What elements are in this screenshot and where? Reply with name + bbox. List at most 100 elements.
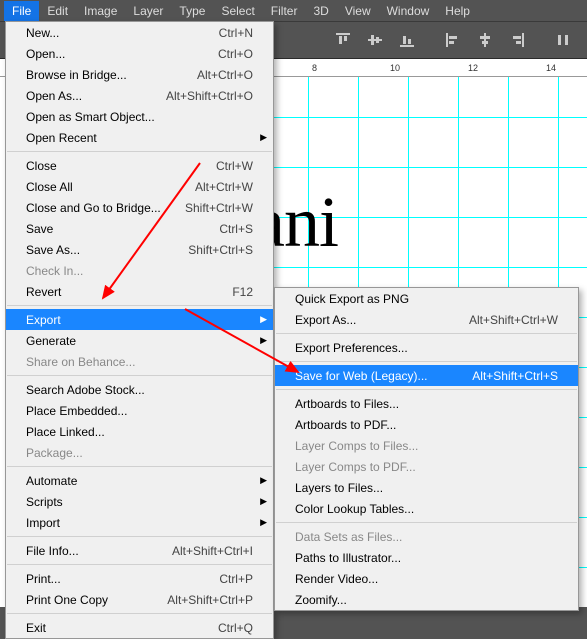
- file-menu-item-package: Package...: [6, 442, 273, 463]
- export-menu-item-quick-export-as-png[interactable]: Quick Export as PNG: [275, 288, 578, 309]
- menu-item-shortcut: Alt+Shift+Ctrl+O: [166, 89, 253, 103]
- menu-item-shortcut: Shift+Ctrl+S: [188, 243, 253, 257]
- file-menu-item-save-as[interactable]: Save As...Shift+Ctrl+S: [6, 239, 273, 260]
- menubar-item-edit[interactable]: Edit: [39, 1, 76, 21]
- menubar-item-file[interactable]: File: [4, 1, 39, 21]
- file-menu-item-search-adobe-stock[interactable]: Search Adobe Stock...: [6, 379, 273, 400]
- menu-item-shortcut: Ctrl+S: [219, 222, 253, 236]
- export-menu-item-render-video[interactable]: Render Video...: [275, 568, 578, 589]
- menu-item-label: Print...: [26, 572, 219, 586]
- ruler-tick: 12: [468, 63, 478, 73]
- menu-item-label: Export Preferences...: [295, 341, 558, 355]
- export-menu-item-export-preferences[interactable]: Export Preferences...: [275, 337, 578, 358]
- menu-item-label: Artboards to PDF...: [295, 418, 558, 432]
- file-menu-item-new[interactable]: New...Ctrl+N: [6, 22, 273, 43]
- file-menu-item-open-recent[interactable]: Open Recent ▶: [6, 127, 273, 148]
- menu-item-label: Check In...: [26, 264, 253, 278]
- file-menu-item-close-and-go-to-bridge[interactable]: Close and Go to Bridge...Shift+Ctrl+W: [6, 197, 273, 218]
- menu-item-label: Open As...: [26, 89, 166, 103]
- align-hcenter-icon[interactable]: [471, 26, 499, 54]
- menu-item-label: Automate: [26, 474, 253, 488]
- menu-item-label: Share on Behance...: [26, 355, 253, 369]
- menu-item-label: Zoomify...: [295, 593, 558, 607]
- menu-item-label: Save As...: [26, 243, 188, 257]
- file-menu-item-open[interactable]: Open...Ctrl+O: [6, 43, 273, 64]
- menu-separator: [7, 536, 272, 537]
- menu-item-shortcut: F12: [232, 285, 253, 299]
- align-vcenter-icon[interactable]: [361, 26, 389, 54]
- export-menu-item-layer-comps-to-files: Layer Comps to Files...: [275, 435, 578, 456]
- file-menu-item-export[interactable]: Export▶: [6, 309, 273, 330]
- submenu-arrow-icon: ▶: [260, 132, 267, 143]
- file-menu-item-file-info[interactable]: File Info...Alt+Shift+Ctrl+I: [6, 540, 273, 561]
- menubar-item-view[interactable]: View: [337, 1, 379, 21]
- submenu-arrow-icon: ▶: [260, 475, 267, 486]
- menu-item-label: File Info...: [26, 544, 172, 558]
- export-menu-item-layers-to-files[interactable]: Layers to Files...: [275, 477, 578, 498]
- file-menu-item-save[interactable]: SaveCtrl+S: [6, 218, 273, 239]
- align-right-icon[interactable]: [503, 26, 531, 54]
- file-menu-item-share-on-behance: Share on Behance...: [6, 351, 273, 372]
- file-menu-item-place-linked[interactable]: Place Linked...: [6, 421, 273, 442]
- submenu-arrow-icon: ▶: [260, 335, 267, 346]
- file-menu-item-print[interactable]: Print...Ctrl+P: [6, 568, 273, 589]
- menubar-item-select[interactable]: Select: [213, 1, 262, 21]
- menu-item-label: Import: [26, 516, 253, 530]
- ruler-tick: 14: [546, 63, 556, 73]
- file-menu-item-generate[interactable]: Generate▶: [6, 330, 273, 351]
- export-menu-item-export-as[interactable]: Export As...Alt+Shift+Ctrl+W: [275, 309, 578, 330]
- ruler-tick: 10: [390, 63, 400, 73]
- align-left-icon[interactable]: [439, 26, 467, 54]
- menubar-item-type[interactable]: Type: [171, 1, 213, 21]
- export-menu-item-artboards-to-files[interactable]: Artboards to Files...: [275, 393, 578, 414]
- menubar-item-window[interactable]: Window: [379, 1, 438, 21]
- menu-item-shortcut: Ctrl+Q: [218, 621, 253, 635]
- menu-item-label: Layer Comps to Files...: [295, 439, 558, 453]
- file-menu-item-open-as[interactable]: Open As...Alt+Shift+Ctrl+O: [6, 85, 273, 106]
- file-menu-item-revert[interactable]: RevertF12: [6, 281, 273, 302]
- file-menu-item-close-all[interactable]: Close AllAlt+Ctrl+W: [6, 176, 273, 197]
- menubar-item-filter[interactable]: Filter: [263, 1, 306, 21]
- menu-item-label: Save: [26, 222, 219, 236]
- menu-item-label: Package...: [26, 446, 253, 460]
- file-menu-item-place-embedded[interactable]: Place Embedded...: [6, 400, 273, 421]
- menu-separator: [276, 389, 577, 390]
- menubar: FileEditImageLayerTypeSelectFilter3DView…: [0, 0, 587, 21]
- file-menu-item-browse-in-bridge[interactable]: Browse in Bridge...Alt+Ctrl+O: [6, 64, 273, 85]
- menu-item-label: Place Embedded...: [26, 404, 253, 418]
- align-bottom-icon[interactable]: [393, 26, 421, 54]
- menu-item-shortcut: Alt+Ctrl+O: [197, 68, 253, 82]
- menu-item-label: Search Adobe Stock...: [26, 383, 253, 397]
- menubar-item-layer[interactable]: Layer: [125, 1, 171, 21]
- menu-item-shortcut: Alt+Ctrl+W: [195, 180, 253, 194]
- file-menu-item-close[interactable]: CloseCtrl+W: [6, 155, 273, 176]
- export-menu-item-artboards-to-pdf[interactable]: Artboards to PDF...: [275, 414, 578, 435]
- menu-item-label: New...: [26, 26, 219, 40]
- menu-item-shortcut: Ctrl+W: [216, 159, 253, 173]
- menubar-item-3d[interactable]: 3D: [305, 1, 336, 21]
- menu-item-label: Render Video...: [295, 572, 558, 586]
- export-menu-item-color-lookup-tables[interactable]: Color Lookup Tables...: [275, 498, 578, 519]
- menu-item-label: Place Linked...: [26, 425, 253, 439]
- menu-separator: [276, 333, 577, 334]
- file-menu-item-open-as-smart-object[interactable]: Open as Smart Object...: [6, 106, 273, 127]
- menu-item-label: Close All: [26, 180, 195, 194]
- export-menu-item-paths-to-illustrator[interactable]: Paths to Illustrator...: [275, 547, 578, 568]
- file-menu-item-exit[interactable]: ExitCtrl+Q: [6, 617, 273, 638]
- distribute-icon[interactable]: [549, 26, 577, 54]
- menu-item-label: Print One Copy: [26, 593, 167, 607]
- menu-item-label: Browse in Bridge...: [26, 68, 197, 82]
- menu-item-label: Open Recent: [26, 131, 253, 145]
- align-top-icon[interactable]: [329, 26, 357, 54]
- menubar-item-image[interactable]: Image: [76, 1, 125, 21]
- menu-item-label: Quick Export as PNG: [295, 292, 558, 306]
- file-menu-item-import[interactable]: Import▶: [6, 512, 273, 533]
- file-menu-dropdown: New...Ctrl+NOpen...Ctrl+OBrowse in Bridg…: [5, 21, 274, 639]
- file-menu-item-automate[interactable]: Automate ▶: [6, 470, 273, 491]
- export-menu-item-save-for-web-legacy[interactable]: Save for Web (Legacy)...Alt+Shift+Ctrl+S: [275, 365, 578, 386]
- menubar-item-help[interactable]: Help: [437, 1, 478, 21]
- menu-item-label: Data Sets as Files...: [295, 530, 558, 544]
- submenu-arrow-icon: ▶: [260, 496, 267, 507]
- menu-item-label: Save for Web (Legacy)...: [295, 369, 472, 383]
- file-menu-item-scripts[interactable]: Scripts▶: [6, 491, 273, 512]
